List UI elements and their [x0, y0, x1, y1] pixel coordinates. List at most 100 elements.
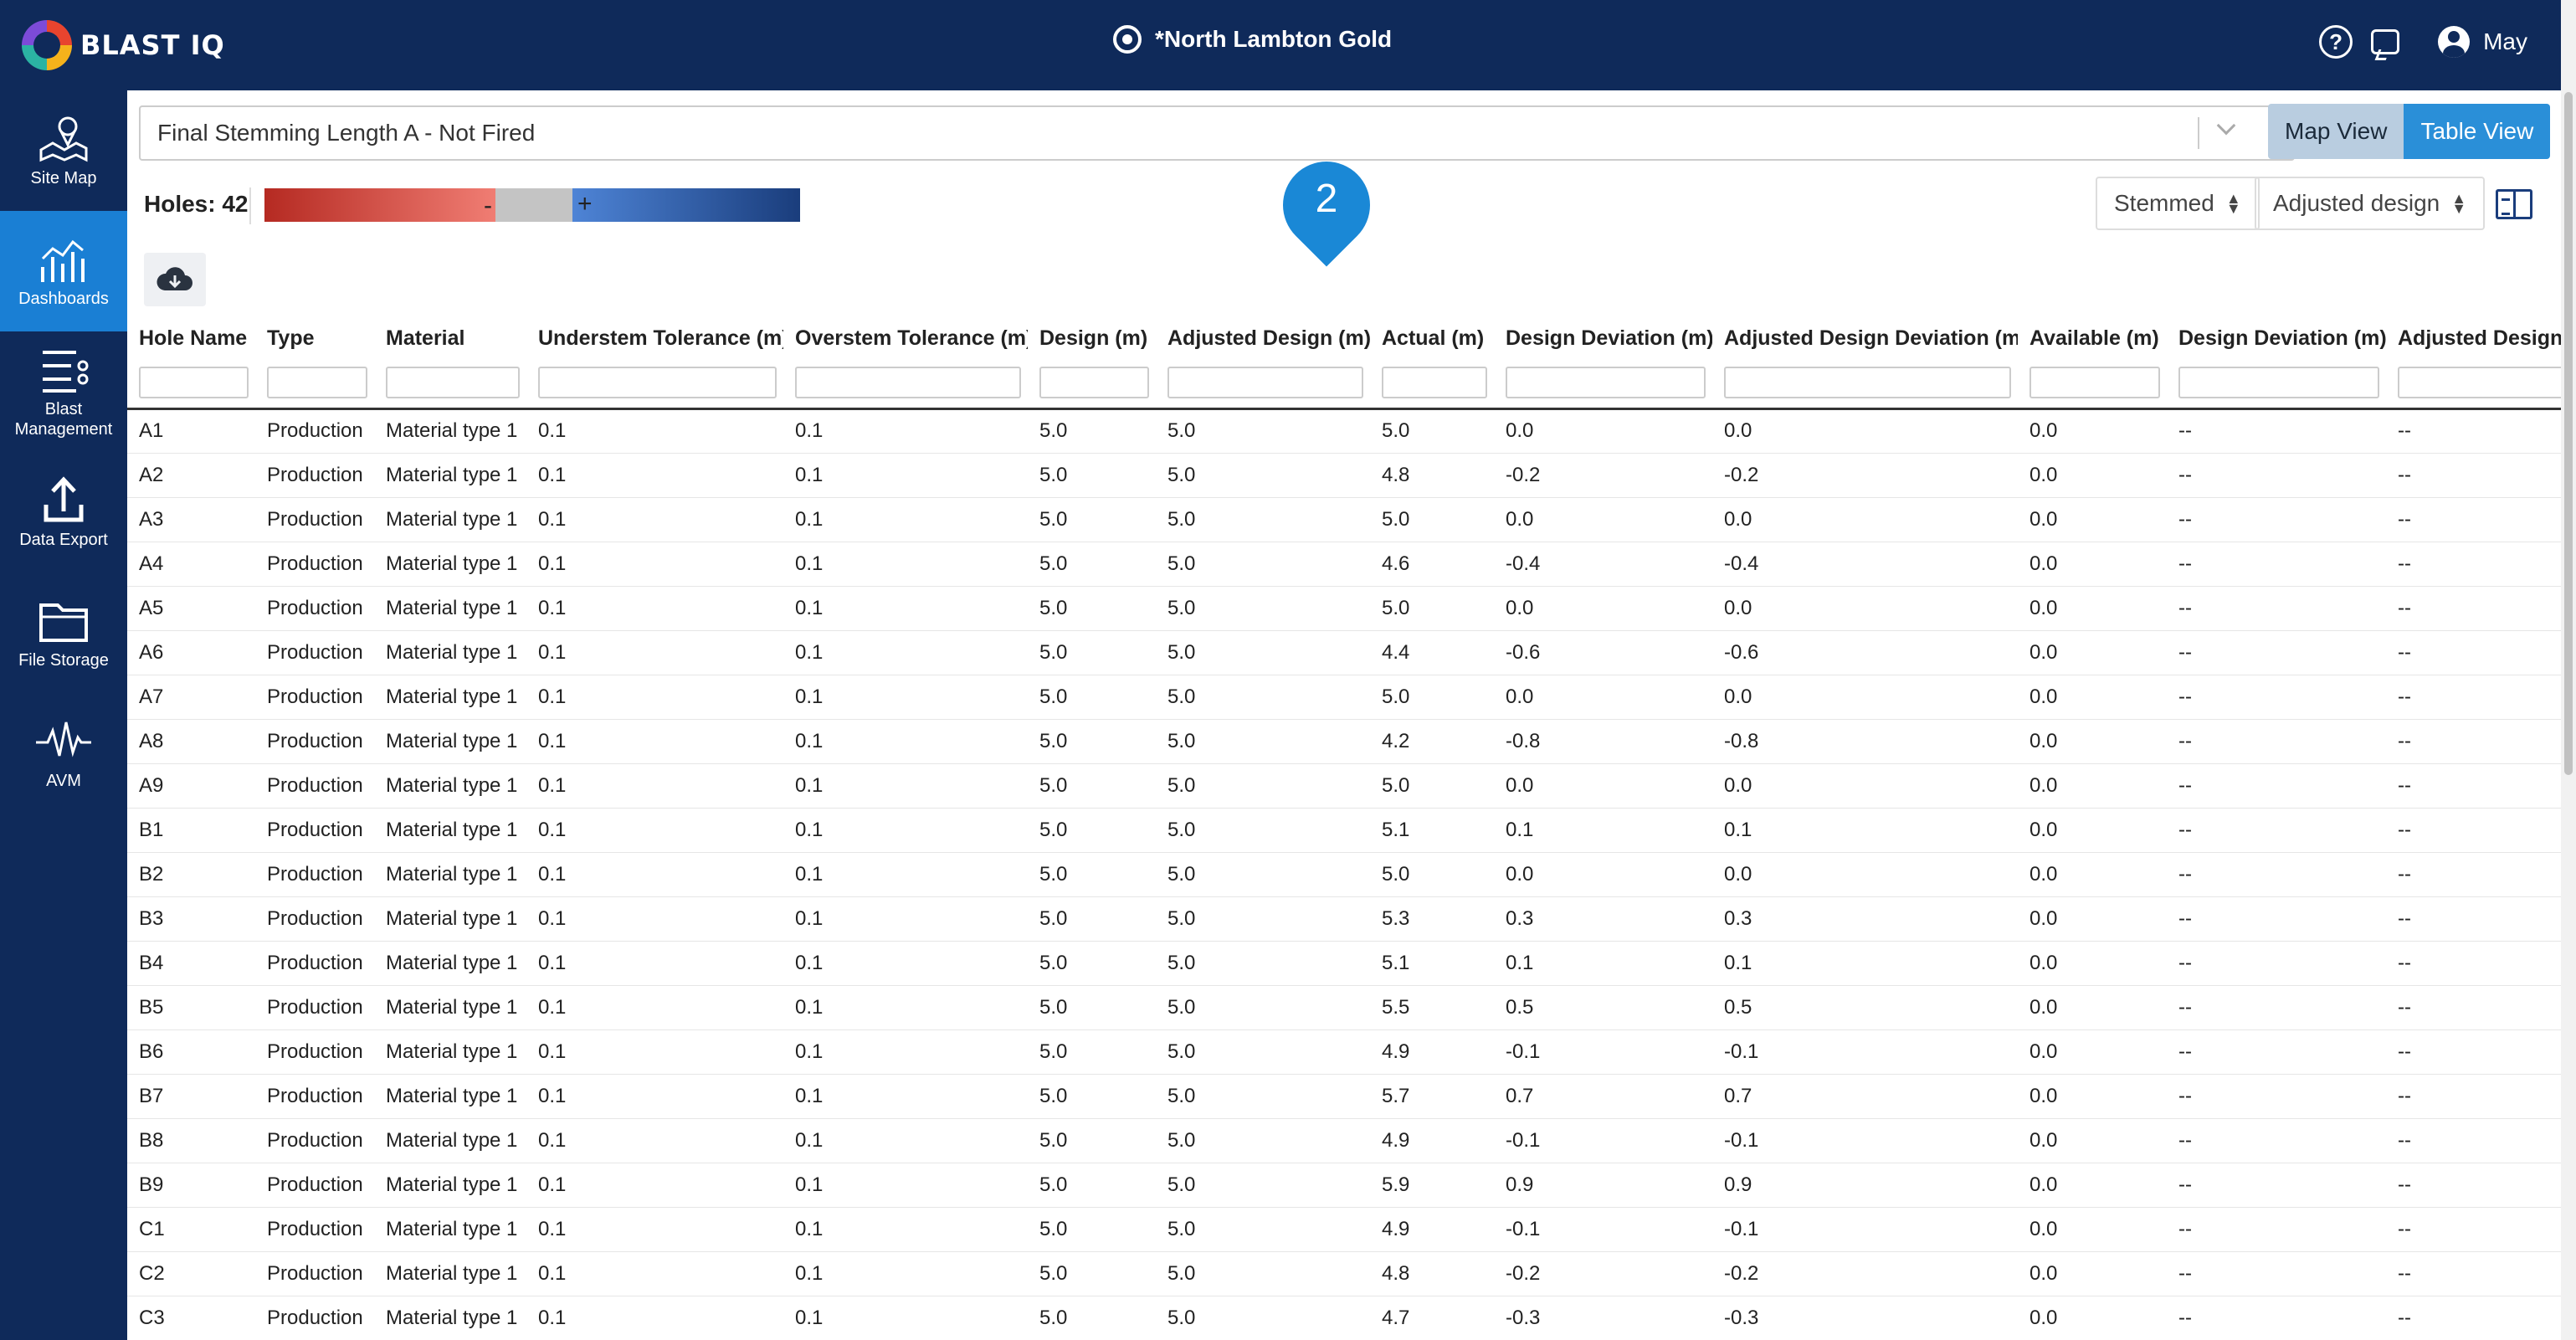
column-filter-input[interactable] [2398, 367, 2561, 399]
holes-table-container[interactable]: Hole Name Type Material Understem Tolerance… [127, 318, 2561, 1340]
adjusted-design-select[interactable]: Adjusted design ▲ ▼ [2255, 177, 2486, 230]
table-cell: 5.3 [1370, 896, 1494, 942]
table-view-button[interactable]: Table View [2404, 104, 2551, 159]
column-header[interactable]: Overstem Tolerance (m) [783, 318, 1028, 358]
holes-table: Hole Name Type Material Understem Tolerance… [127, 318, 2561, 1340]
table-cell: 5.0 [1156, 1029, 1370, 1075]
column-filter-input[interactable] [538, 367, 777, 399]
column-header[interactable]: Type [255, 318, 374, 358]
column-filter-input[interactable] [1167, 367, 1363, 399]
column-header[interactable]: Available (m) [2018, 318, 2167, 358]
table-cell: 5.0 [1028, 852, 1156, 897]
table-row[interactable]: A5 Production Material type 1 0.1 0.1 5.0 5.0 5… [127, 586, 2561, 631]
table-cell: 5.0 [1370, 586, 1494, 631]
user-avatar-icon[interactable] [2438, 26, 2471, 58]
column-header[interactable]: Design (m) [1028, 318, 1156, 358]
column-filter-input[interactable] [1039, 367, 1149, 399]
table-cell: -- [2386, 808, 2561, 853]
table-cell: Production [255, 808, 374, 853]
table-cell: -- [2167, 1074, 2386, 1119]
table-row[interactable]: A7 Production Material type 1 0.1 0.1 5.0 5.0 5… [127, 675, 2561, 720]
download-button[interactable] [144, 253, 206, 306]
column-header[interactable]: Actual (m) [1370, 318, 1494, 358]
column-header[interactable]: Design Deviation (m) [2167, 318, 2386, 358]
help-icon[interactable]: ? [2319, 25, 2353, 59]
table-row[interactable]: B4 Production Material type 1 0.1 0.1 5.0 5.0 5… [127, 941, 2561, 986]
column-header[interactable]: Adjusted Design Deviation (m) [1712, 318, 2018, 358]
table-row[interactable]: B2 Production Material type 1 0.1 0.1 5.0 5.0 5… [127, 852, 2561, 897]
table-cell: Production [255, 896, 374, 942]
column-filter-input[interactable] [386, 367, 520, 399]
table-cell: 5.0 [1156, 586, 1370, 631]
column-header[interactable]: Understem Tolerance (m) [526, 318, 783, 358]
sidebar-item-avm[interactable]: AVM [0, 693, 127, 814]
stemmed-select[interactable]: Stemmed ▲ ▼ [2096, 177, 2260, 230]
column-header[interactable]: Hole Name [127, 318, 255, 358]
table-cell: 5.0 [1028, 630, 1156, 675]
table-row[interactable]: C1 Production Material type 1 0.1 0.1 5.0 5.0 4… [127, 1207, 2561, 1252]
book-icon[interactable] [2496, 189, 2532, 219]
column-header[interactable]: Material [374, 318, 526, 358]
dashboard-select[interactable]: Final Stemming Length A - Not Fired [139, 105, 2295, 161]
table-row[interactable]: B7 Production Material type 1 0.1 0.1 5.0 5.0 5… [127, 1074, 2561, 1119]
table-row[interactable]: A9 Production Material type 1 0.1 0.1 5.0 5.0 5… [127, 763, 2561, 809]
column-filter-input[interactable] [2029, 367, 2160, 399]
site-selector[interactable]: *North Lambton Gold [1113, 25, 1392, 54]
column-filter-input[interactable] [2178, 367, 2379, 399]
select-divider [2198, 117, 2199, 149]
table-row[interactable]: A2 Production Material type 1 0.1 0.1 5.0 5.0 4… [127, 453, 2561, 498]
table-cell: -- [2167, 852, 2386, 897]
table-row[interactable]: A1 Production Material type 1 0.1 0.1 5.0 5.0 5… [127, 408, 2561, 454]
sidebar-item-site-map[interactable]: Site Map [0, 90, 127, 211]
sidebar-item-label: AVM [46, 772, 81, 790]
table-row[interactable]: B3 Production Material type 1 0.1 0.1 5.0 5.0 5… [127, 896, 2561, 942]
table-cell: 0.1 [783, 808, 1028, 853]
table-row[interactable]: B5 Production Material type 1 0.1 0.1 5.0 5.0 5… [127, 985, 2561, 1030]
column-filter-input[interactable] [1724, 367, 2011, 399]
table-row[interactable]: C2 Production Material type 1 0.1 0.1 5.0 5.0 4… [127, 1251, 2561, 1296]
table-cell: Production [255, 1029, 374, 1075]
page-scrollbar-thumb[interactable] [2564, 92, 2573, 775]
column-header[interactable]: Adjusted Design Deviation (m) [2386, 318, 2561, 358]
table-cell: Production [255, 941, 374, 986]
column-filter-input[interactable] [795, 367, 1021, 399]
sidebar-item-data-export[interactable]: Data Export [0, 452, 127, 572]
table-header-row: Hole Name Type Material Understem Tolerance… [127, 318, 2561, 358]
table-cell: A7 [127, 675, 255, 720]
table-row[interactable]: B6 Production Material type 1 0.1 0.1 5.0 5.0 4… [127, 1029, 2561, 1075]
column-header[interactable]: Adjusted Design (m) [1156, 318, 1370, 358]
sidebar-item-blast-management[interactable]: Blast Management [0, 331, 127, 452]
table-cell: 5.0 [1028, 408, 1156, 454]
table-row[interactable]: B9 Production Material type 1 0.1 0.1 5.0 5.0 5… [127, 1163, 2561, 1208]
feedback-icon[interactable] [2371, 29, 2400, 54]
table-row[interactable]: B8 Production Material type 1 0.1 0.1 5.0 5.0 4… [127, 1118, 2561, 1163]
table-row[interactable]: B1 Production Material type 1 0.1 0.1 5.0 5.0 5… [127, 808, 2561, 853]
sidebar-item-file-storage[interactable]: File Storage [0, 572, 127, 693]
map-view-button[interactable]: Map View [2268, 104, 2404, 159]
column-filter-input[interactable] [1382, 367, 1487, 399]
table-cell: 5.0 [1156, 497, 1370, 542]
table-cell: 5.0 [1028, 1163, 1156, 1208]
legend-negative-segment: - [264, 188, 495, 222]
user-name[interactable]: May [2483, 28, 2527, 55]
table-row[interactable]: A8 Production Material type 1 0.1 0.1 5.0 5.0 4… [127, 719, 2561, 764]
table-cell: 5.0 [1156, 1163, 1370, 1208]
table-cell: -- [2386, 408, 2561, 454]
table-row[interactable]: A3 Production Material type 1 0.1 0.1 5.0 5.0 5… [127, 497, 2561, 542]
table-cell: 5.0 [1028, 941, 1156, 986]
table-row[interactable]: A4 Production Material type 1 0.1 0.1 5.0 5.0 4… [127, 542, 2561, 587]
blastiq-logo[interactable]: BLAST IQ [22, 20, 225, 70]
table-cell: 0.0 [1712, 586, 2018, 631]
sidebar-item-dashboards[interactable]: Dashboards [0, 211, 127, 331]
column-filter-input[interactable] [267, 367, 367, 399]
column-filter-input[interactable] [1506, 367, 1706, 399]
column-filter-input[interactable] [139, 367, 249, 399]
column-filter-cell [255, 358, 374, 410]
table-row[interactable]: C3 Production Material type 1 0.1 0.1 5.0 5.0 4… [127, 1296, 2561, 1340]
column-header[interactable]: Design Deviation (m) [1494, 318, 1712, 358]
table-cell: 0.1 [783, 630, 1028, 675]
table-cell: 0.0 [1494, 586, 1712, 631]
table-row[interactable]: A6 Production Material type 1 0.1 0.1 5.0 5.0 4… [127, 630, 2561, 675]
column-filter-cell [374, 358, 526, 410]
table-cell: Material type 1 [374, 1118, 526, 1163]
